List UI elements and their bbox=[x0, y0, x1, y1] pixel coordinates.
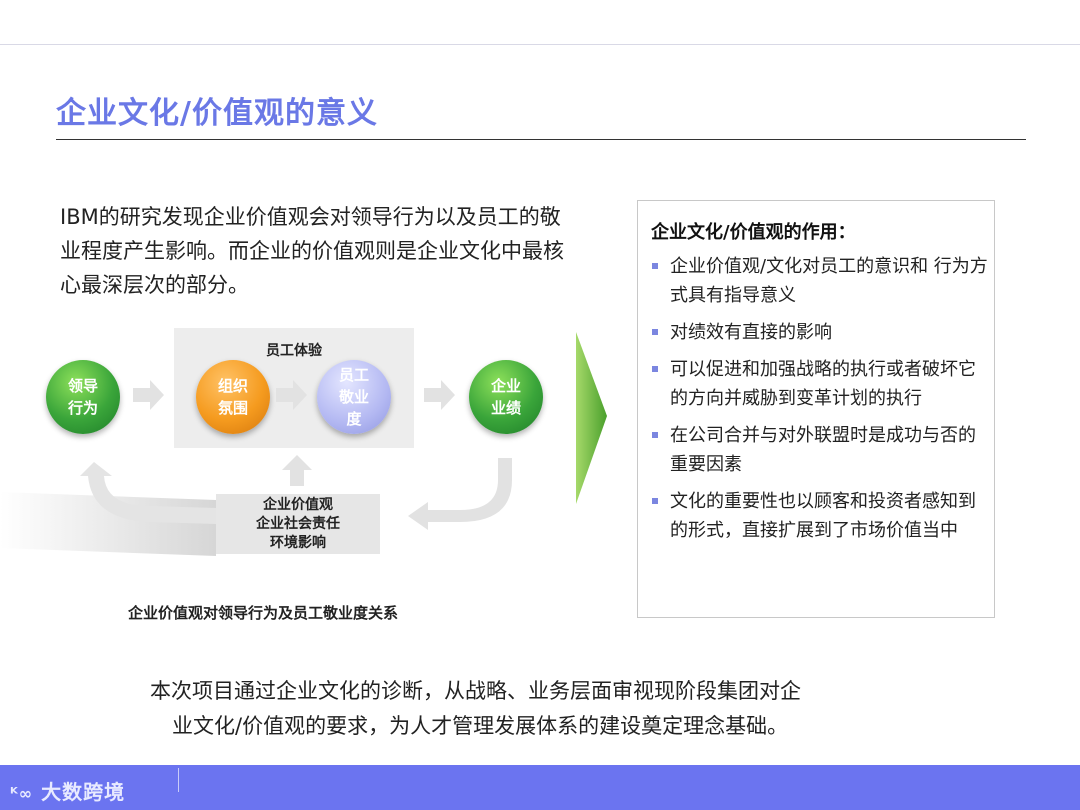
leadership-node: 领导 行为 bbox=[46, 360, 120, 434]
feedback-curve-right bbox=[408, 458, 512, 530]
role-panel-title: 企业文化/价值观的作用： bbox=[651, 222, 856, 243]
values-line-1: 企业价值观 bbox=[263, 497, 333, 513]
summary-line-1: 本次项目通过企业文化的诊断，从战略、业务层面审视现阶段集团对企 bbox=[150, 679, 801, 703]
performance-node: 企业 业绩 bbox=[469, 360, 543, 434]
list-item: 文化的重要性也以顾客和投资者感知到的形式，直接扩展到了市场价值当中 bbox=[652, 487, 988, 545]
list-item: 对绩效有直接的影响 bbox=[652, 318, 988, 347]
role-list: 企业价值观/文化对员工的意识和 行为方式具有指导意义 对绩效有直接的影响 可以促… bbox=[652, 252, 988, 553]
footer-logo: ᴷ∞ 大数跨境 bbox=[10, 776, 125, 805]
arrow-right-3 bbox=[424, 380, 455, 410]
big-green-arrow bbox=[576, 332, 607, 504]
footer-bar bbox=[0, 765, 1080, 810]
summary-line-2: 业文化/价值观的要求，为人才管理发展体系的建设奠定理念基础。 bbox=[172, 714, 789, 738]
values-line-3: 环境影响 bbox=[270, 535, 326, 551]
values-text: 企业价值观 企业社会责任 环境影响 bbox=[216, 496, 380, 553]
values-line-2: 企业社会责任 bbox=[256, 516, 340, 532]
arrow-right-1 bbox=[133, 380, 164, 410]
logo-text: 大数跨境 bbox=[41, 780, 126, 804]
diagram-caption: 企业价值观对领导行为及员工敬业度关系 bbox=[128, 604, 399, 622]
atmosphere-node: 组织 氛围 bbox=[196, 360, 270, 434]
list-item: 在公司合并与对外联盟时是成功与否的重要因素 bbox=[652, 421, 988, 479]
arrow-right-2 bbox=[276, 380, 307, 410]
footer-divider bbox=[178, 768, 179, 792]
arrow-up-center bbox=[282, 455, 312, 486]
logo-mark-icon: ᴷ∞ bbox=[10, 784, 34, 803]
list-item: 可以促进和加强战略的执行或者破坏它的方向并威胁到变革计划的执行 bbox=[652, 355, 988, 413]
engagement-node: 员工 敬业 度 bbox=[317, 360, 391, 434]
summary-paragraph: 本次项目通过企业文化的诊断，从战略、业务层面审视现阶段集团对企 业文化/价值观的… bbox=[150, 674, 930, 744]
list-item: 企业价值观/文化对员工的意识和 行为方式具有指导意义 bbox=[652, 252, 988, 310]
